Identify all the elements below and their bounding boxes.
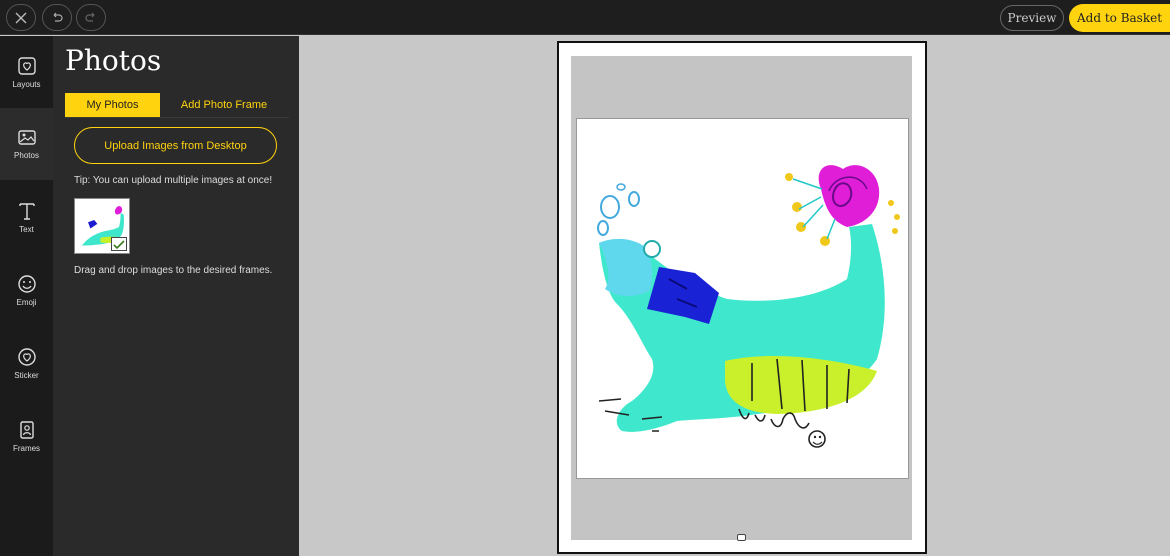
photos-panel: Photos My Photos Add Photo Frame Upload … (53, 36, 299, 556)
rail-label-photos: Photos (14, 150, 39, 160)
drag-hint: Drag and drop images to the desired fram… (74, 265, 273, 276)
sticker-icon (17, 347, 36, 366)
tab-add-photo-frame[interactable]: Add Photo Frame (165, 93, 283, 117)
photos-icon (17, 129, 36, 145)
rail-item-emoji[interactable]: Emoji (0, 254, 53, 326)
top-toolbar: Preview Add to Basket (0, 0, 1170, 35)
add-to-basket-button[interactable]: Add to Basket (1069, 4, 1170, 32)
rail-label-text: Text (19, 224, 34, 234)
rail-label-layouts: Layouts (12, 79, 41, 89)
preview-button[interactable]: Preview (1000, 5, 1064, 31)
frames-icon (19, 420, 34, 439)
panel-title: Photos (65, 44, 162, 77)
rail-item-frames[interactable]: Frames (0, 400, 53, 472)
upload-images-button[interactable]: Upload Images from Desktop (74, 127, 277, 164)
rail-item-photos[interactable]: Photos (0, 108, 53, 180)
close-icon (15, 12, 27, 23)
rail-item-text[interactable]: Text (0, 181, 53, 253)
frame-handle-icon[interactable] (737, 534, 746, 541)
undo-button[interactable] (42, 4, 72, 31)
placed-photo[interactable] (576, 118, 909, 479)
undo-icon (53, 12, 63, 22)
rail-label-frames: Frames (12, 443, 41, 453)
tab-divider (65, 117, 289, 118)
rail-label-sticker: Sticker (14, 370, 39, 380)
text-icon (18, 202, 35, 220)
rail-label-emoji: Emoji (16, 297, 37, 307)
tool-rail: Layouts Photos Text Emoji Sticker Frames (0, 36, 53, 556)
close-button[interactable] (6, 4, 36, 31)
emoji-icon (17, 274, 36, 293)
layouts-icon (17, 56, 36, 75)
selected-check-icon (111, 237, 127, 251)
redo-button[interactable] (76, 4, 106, 31)
rail-item-layouts[interactable]: Layouts (0, 36, 53, 108)
upload-tip: Tip: You can upload multiple images at o… (74, 175, 273, 186)
drawing-image (597, 165, 900, 448)
tab-my-photos[interactable]: My Photos (65, 93, 160, 117)
redo-icon (85, 12, 95, 22)
rail-item-sticker[interactable]: Sticker (0, 327, 53, 399)
photo-thumbnail[interactable] (74, 198, 130, 254)
